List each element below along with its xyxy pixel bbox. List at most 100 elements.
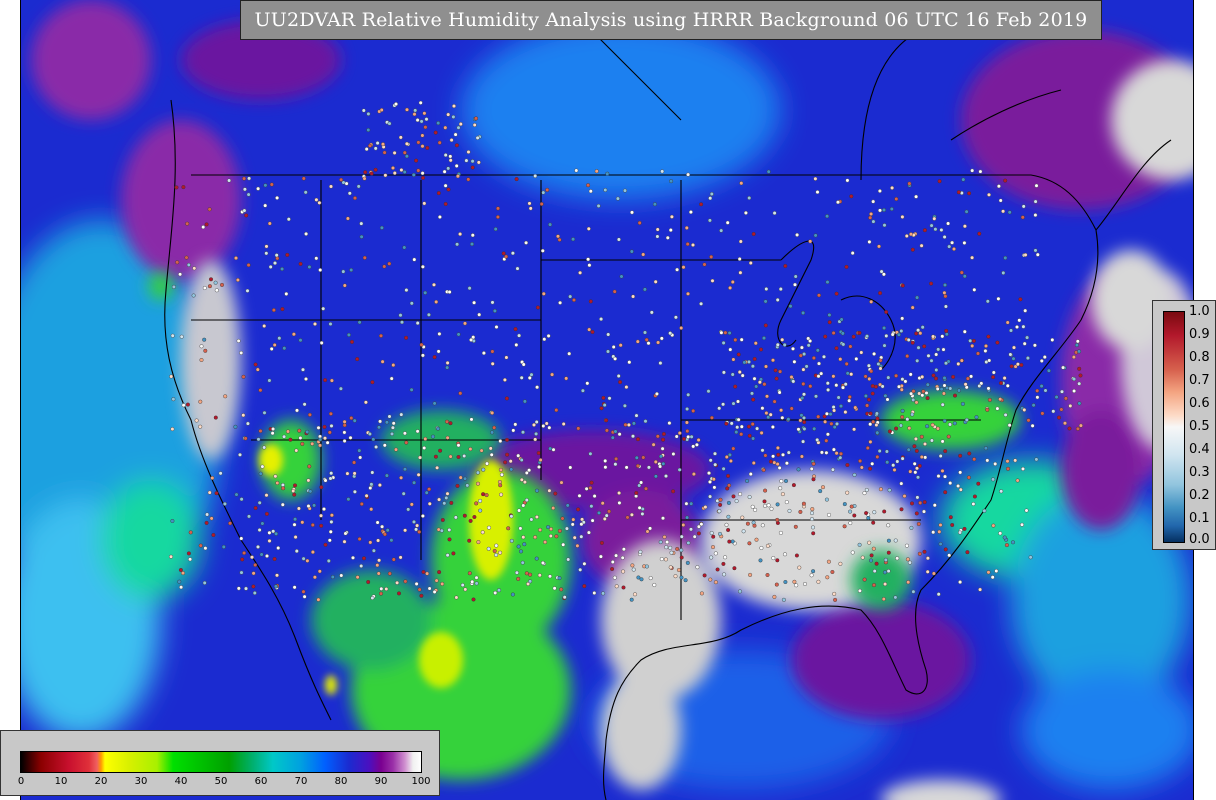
station-dot: [267, 538, 272, 543]
station-dot: [490, 300, 495, 305]
station-dot: [246, 514, 251, 519]
station-dot: [264, 554, 269, 559]
station-dot: [913, 470, 918, 475]
station-dot: [403, 467, 408, 472]
station-dot: [853, 405, 858, 410]
station-dot: [381, 142, 386, 147]
station-dot: [314, 197, 319, 202]
station-dot: [864, 488, 869, 493]
station-dot: [544, 421, 549, 426]
station-dot: [930, 422, 935, 427]
rh-analysis-map: [20, 0, 1194, 800]
station-dot: [867, 397, 872, 402]
station-dot: [914, 194, 919, 199]
station-dot: [235, 278, 240, 283]
station-dot: [703, 505, 708, 510]
station-dot: [824, 438, 829, 443]
station-dot: [919, 243, 924, 248]
station-dot: [447, 537, 452, 542]
station-dot: [859, 350, 864, 355]
station-dot: [328, 322, 333, 327]
station-dot: [965, 376, 970, 381]
station-dot: [565, 503, 570, 508]
station-dot: [684, 501, 689, 506]
station-dot: [731, 401, 736, 406]
station-dot: [905, 557, 910, 562]
station-dot: [298, 436, 303, 441]
station-dot: [739, 424, 744, 429]
station-dot: [603, 187, 608, 192]
station-dot: [465, 483, 470, 488]
station-dot: [1019, 363, 1024, 368]
station-dot: [743, 210, 748, 215]
station-dot: [605, 171, 610, 176]
station-dot: [402, 431, 407, 436]
station-dot: [875, 454, 880, 459]
station-dot: [921, 389, 926, 394]
station-dot: [369, 507, 374, 512]
station-dot: [1006, 466, 1011, 471]
station-dot: [439, 528, 444, 533]
station-dot: [719, 228, 724, 233]
station-dot: [630, 210, 635, 215]
station-dot: [422, 201, 427, 206]
station-dot: [775, 445, 780, 450]
station-dot: [239, 350, 244, 355]
station-dot: [384, 473, 389, 478]
station-dot: [791, 483, 796, 488]
station-dot: [267, 221, 272, 226]
station-dot: [264, 493, 269, 498]
station-dot: [616, 237, 621, 242]
station-dot: [568, 294, 573, 299]
station-dot: [301, 556, 306, 561]
station-dot: [877, 244, 882, 249]
station-dot: [801, 501, 806, 506]
station-dot: [731, 446, 736, 451]
station-dot: [219, 282, 224, 287]
station-dot: [391, 421, 396, 426]
station-dot: [380, 524, 385, 529]
station-dot: [286, 217, 291, 222]
station-dot: [382, 532, 387, 537]
station-dot: [826, 559, 831, 564]
station-dot: [1009, 328, 1014, 333]
station-dot: [962, 274, 967, 279]
station-dot: [941, 391, 946, 396]
station-dot: [1074, 343, 1079, 348]
station-dot: [999, 381, 1004, 386]
station-dot: [838, 455, 843, 460]
station-dot: [742, 360, 747, 365]
station-dot: [602, 403, 607, 408]
station-dot: [237, 452, 242, 457]
station-dot: [621, 547, 626, 552]
station-dot: [925, 424, 930, 429]
station-dot: [529, 517, 534, 522]
station-dot: [458, 475, 463, 480]
station-dot: [722, 572, 727, 577]
station-dot: [295, 408, 300, 413]
station-dot: [668, 565, 673, 570]
station-dot: [592, 591, 597, 596]
station-dot: [587, 327, 592, 332]
station-dot: [673, 574, 678, 579]
station-dot: [978, 169, 983, 174]
station-dot: [643, 330, 648, 335]
station-dot: [509, 514, 514, 519]
station-dot: [899, 481, 904, 486]
station-dot: [308, 489, 313, 494]
station-dot: [1054, 395, 1059, 400]
station-dot: [497, 480, 502, 485]
station-dot: [871, 419, 876, 424]
station-dot: [621, 569, 626, 574]
station-dot: [1043, 388, 1048, 393]
station-dot: [641, 455, 646, 460]
station-dot: [383, 173, 388, 178]
station-dot: [669, 179, 674, 184]
station-dot: [793, 524, 798, 529]
station-dot: [487, 525, 492, 530]
station-dot: [454, 143, 459, 148]
station-dot: [404, 141, 409, 146]
station-dot: [969, 374, 974, 379]
station-dot: [600, 501, 605, 506]
station-dot: [420, 144, 425, 149]
